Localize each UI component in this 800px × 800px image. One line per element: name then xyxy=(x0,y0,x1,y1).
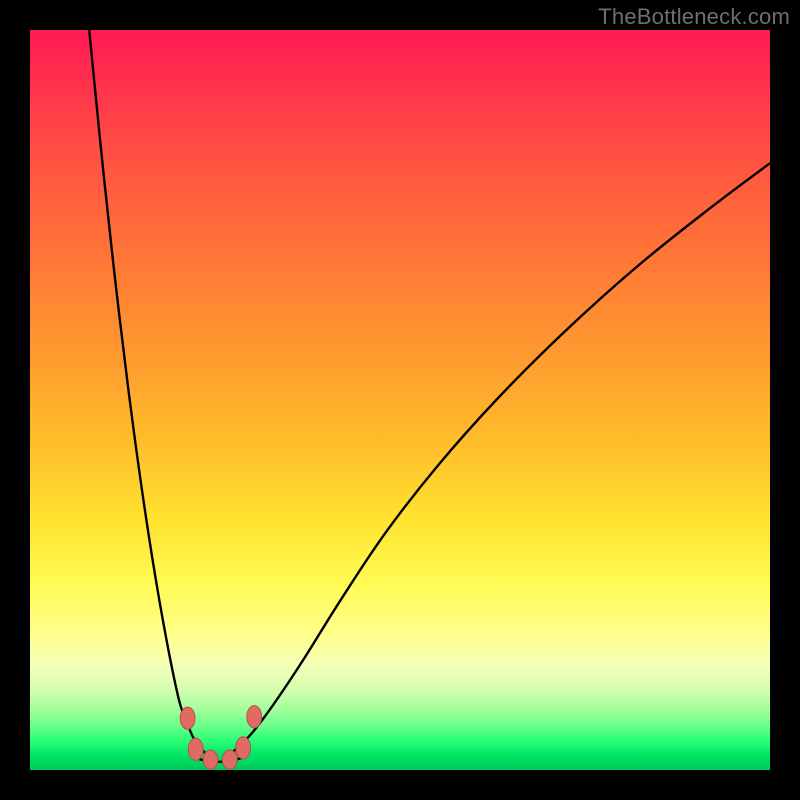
curve-layer xyxy=(89,30,770,762)
marker-point xyxy=(188,738,203,760)
marker-point xyxy=(203,750,218,769)
curve-bottleneck-curve-right xyxy=(230,163,770,755)
marker-point xyxy=(222,750,237,769)
chart-frame: TheBottleneck.com xyxy=(0,0,800,800)
marker-point xyxy=(180,707,195,729)
plot-area xyxy=(30,30,770,770)
marker-point xyxy=(247,706,262,728)
plot-svg xyxy=(30,30,770,770)
marker-point xyxy=(236,737,251,759)
watermark-text: TheBottleneck.com xyxy=(598,4,790,30)
curve-bottleneck-curve-left xyxy=(89,30,207,755)
